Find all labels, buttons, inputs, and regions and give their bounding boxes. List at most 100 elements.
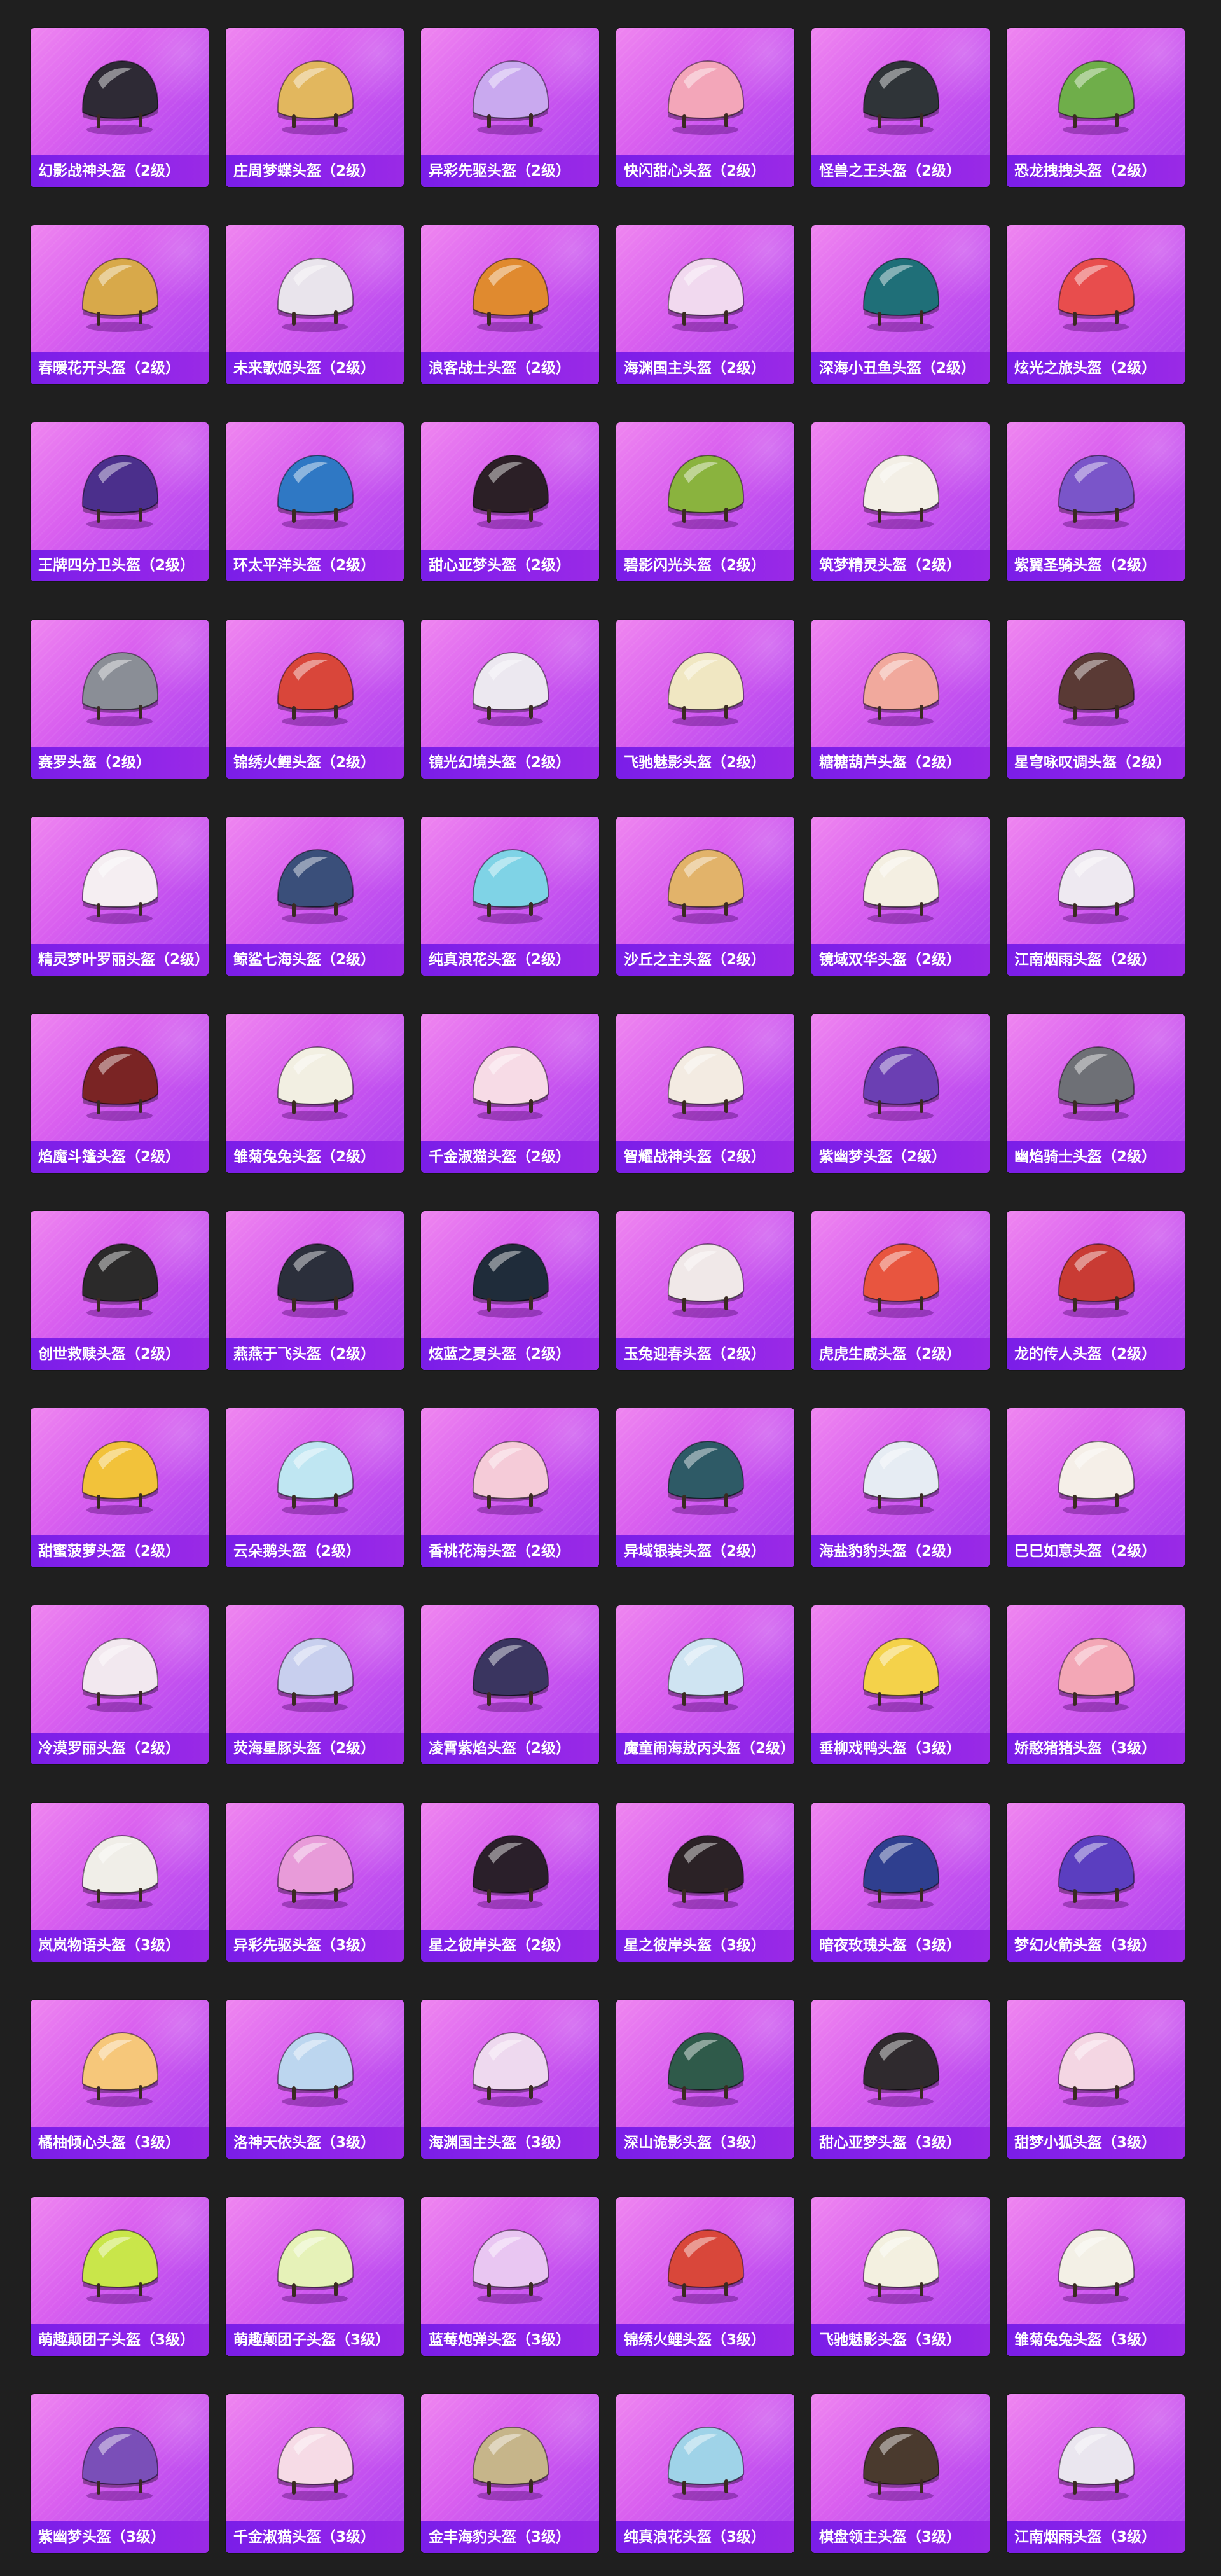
helmet-card[interactable]: 异彩先驱头盔（3级） xyxy=(226,1803,404,1962)
helmet-name: 快闪甜心头盔（2级） xyxy=(616,155,794,187)
helmet-card[interactable]: 海盐豹豹头盔（2级） xyxy=(811,1408,990,1567)
helmet-card[interactable]: 糖糖葫芦头盔（2级） xyxy=(811,620,990,779)
helmet-card[interactable]: 萌趣颠团子头盔（3级） xyxy=(226,2197,404,2356)
helmet-card[interactable]: 精灵梦叶罗丽头盔（2级） xyxy=(31,817,209,976)
helmet-card[interactable]: 恐龙拽拽头盔（2级） xyxy=(1007,28,1185,187)
helmet-name: 筑梦精灵头盔（2级） xyxy=(811,550,990,581)
helmet-card[interactable]: 江南烟雨头盔（3级） xyxy=(1007,2394,1185,2553)
helmet-card[interactable]: 创世救赎头盔（2级） xyxy=(31,1211,209,1370)
helmet-card[interactable]: 甜心亚梦头盔（3级） xyxy=(811,2000,990,2159)
helmet-card[interactable]: 炫光之旅头盔（2级） xyxy=(1007,225,1185,384)
helmet-card[interactable]: 玉兔迎春头盔（2级） xyxy=(616,1211,794,1370)
helmet-icon xyxy=(81,1834,159,1909)
helmet-card[interactable]: 巳巳如意头盔（2级） xyxy=(1007,1408,1185,1567)
helmet-card[interactable]: 紫幽梦头盔（3级） xyxy=(31,2394,209,2553)
helmet-name: 糖糖葫芦头盔（2级） xyxy=(811,747,990,779)
helmet-name: 星之彼岸头盔（3级） xyxy=(616,1930,794,1962)
helmet-card[interactable]: 棋盘领主头盔（3级） xyxy=(811,2394,990,2553)
helmet-card[interactable]: 千金淑猫头盔（2级） xyxy=(421,1014,599,1173)
helmet-card[interactable]: 雏菊兔兔头盔（3级） xyxy=(1007,2197,1185,2356)
helmet-card[interactable]: 飞驰魅影头盔（3级） xyxy=(811,2197,990,2356)
helmet-card[interactable]: 沙丘之主头盔（2级） xyxy=(616,817,794,976)
helmet-card[interactable]: 海渊国主头盔（3级） xyxy=(421,2000,599,2159)
helmet-card[interactable]: 深山诡影头盔（3级） xyxy=(616,2000,794,2159)
helmet-icon xyxy=(472,60,549,135)
helmet-card[interactable]: 暗夜玫瑰头盔（3级） xyxy=(811,1803,990,1962)
helmet-name: 纯真浪花头盔（3级） xyxy=(616,2521,794,2553)
helmet-card[interactable]: 锦绣火鲤头盔（3级） xyxy=(616,2197,794,2356)
helmet-card[interactable]: 快闪甜心头盔（2级） xyxy=(616,28,794,187)
helmet-name: 镜域双华头盔（2级） xyxy=(811,944,990,976)
helmet-icon xyxy=(472,257,549,332)
helmet-card[interactable]: 幻影战神头盔（2级） xyxy=(31,28,209,187)
helmet-card[interactable]: 橘柚倾心头盔（3级） xyxy=(31,2000,209,2159)
helmet-name: 岚岚物语头盔（3级） xyxy=(31,1930,209,1962)
helmet-card[interactable]: 岚岚物语头盔（3级） xyxy=(31,1803,209,1962)
helmet-card[interactable]: 星之彼岸头盔（2级） xyxy=(421,1803,599,1962)
helmet-card[interactable]: 星穹咏叹调头盔（2级） xyxy=(1007,620,1185,779)
helmet-card[interactable]: 幽焰骑士头盔（2级） xyxy=(1007,1014,1185,1173)
helmet-card[interactable]: 紫幽梦头盔（2级） xyxy=(811,1014,990,1173)
helmet-card[interactable]: 王牌四分卫头盔（2级） xyxy=(31,422,209,581)
helmet-name: 萌趣颠团子头盔（3级） xyxy=(226,2324,404,2356)
helmet-card[interactable]: 庄周梦蝶头盔（2级） xyxy=(226,28,404,187)
helmet-name: 萌趣颠团子头盔（3级） xyxy=(31,2324,209,2356)
helmet-card[interactable]: 甜蜜菠萝头盔（2级） xyxy=(31,1408,209,1567)
helmet-card[interactable]: 冷漠罗丽头盔（2级） xyxy=(31,1605,209,1764)
helmet-card[interactable]: 镜光幻境头盔（2级） xyxy=(421,620,599,779)
helmet-name: 焰魔斗篷头盔（2级） xyxy=(31,1141,209,1173)
helmet-card[interactable]: 未来歌姬头盔（2级） xyxy=(226,225,404,384)
helmet-icon xyxy=(472,1834,549,1909)
helmet-name: 镜光幻境头盔（2级） xyxy=(421,747,599,779)
helmet-card[interactable]: 金丰海豹头盔（3级） xyxy=(421,2394,599,2553)
helmet-icon xyxy=(667,454,745,529)
helmet-card[interactable]: 江南烟雨头盔（2级） xyxy=(1007,817,1185,976)
helmet-card[interactable]: 梦幻火箭头盔（3级） xyxy=(1007,1803,1185,1962)
helmet-card[interactable]: 凌霄紫焰头盔（2级） xyxy=(421,1605,599,1764)
helmet-card[interactable]: 娇憨猪猪头盔（3级） xyxy=(1007,1605,1185,1764)
helmet-card[interactable]: 焰魔斗篷头盔（2级） xyxy=(31,1014,209,1173)
helmet-icon xyxy=(472,1243,549,1318)
helmet-card[interactable]: 千金淑猫头盔（3级） xyxy=(226,2394,404,2553)
helmet-icon xyxy=(1058,2032,1135,2107)
helmet-card[interactable]: 龙的传人头盔（2级） xyxy=(1007,1211,1185,1370)
helmet-card[interactable]: 燕燕于飞头盔（2级） xyxy=(226,1211,404,1370)
helmet-card[interactable]: 春暖花开头盔（2级） xyxy=(31,225,209,384)
helmet-card[interactable]: 赛罗头盔（2级） xyxy=(31,620,209,779)
helmet-card[interactable]: 虎虎生威头盔（2级） xyxy=(811,1211,990,1370)
helmet-card[interactable]: 筑梦精灵头盔（2级） xyxy=(811,422,990,581)
helmet-card[interactable]: 环太平洋头盔（2级） xyxy=(226,422,404,581)
helmet-card[interactable]: 深海小丑鱼头盔（2级） xyxy=(811,225,990,384)
helmet-card[interactable]: 海渊国主头盔（2级） xyxy=(616,225,794,384)
helmet-card[interactable]: 洛神天依头盔（3级） xyxy=(226,2000,404,2159)
helmet-name: 荧海星豚头盔（2级） xyxy=(226,1733,404,1764)
helmet-card[interactable]: 碧影闪光头盔（2级） xyxy=(616,422,794,581)
helmet-card[interactable]: 雏菊兔兔头盔（2级） xyxy=(226,1014,404,1173)
helmet-card[interactable]: 鲸鲨七海头盔（2级） xyxy=(226,817,404,976)
helmet-card[interactable]: 云朵鹅头盔（2级） xyxy=(226,1408,404,1567)
helmet-name: 幻影战神头盔（2级） xyxy=(31,155,209,187)
helmet-name: 纯真浪花头盔（2级） xyxy=(421,944,599,976)
helmet-card[interactable]: 异域银装头盔（2级） xyxy=(616,1408,794,1567)
helmet-card[interactable]: 异彩先驱头盔（2级） xyxy=(421,28,599,187)
helmet-card[interactable]: 甜梦小狐头盔（3级） xyxy=(1007,2000,1185,2159)
helmet-card[interactable]: 魔童闹海敖丙头盔（2级） xyxy=(616,1605,794,1764)
helmet-card[interactable]: 垂柳戏鸭头盔（3级） xyxy=(811,1605,990,1764)
helmet-card[interactable]: 飞驰魅影头盔（2级） xyxy=(616,620,794,779)
helmet-card[interactable]: 炫蓝之夏头盔（2级） xyxy=(421,1211,599,1370)
helmet-card[interactable]: 紫翼圣骑头盔（2级） xyxy=(1007,422,1185,581)
helmet-card[interactable]: 萌趣颠团子头盔（3级） xyxy=(31,2197,209,2356)
helmet-card[interactable]: 星之彼岸头盔（3级） xyxy=(616,1803,794,1962)
helmet-card[interactable]: 怪兽之王头盔（2级） xyxy=(811,28,990,187)
helmet-card[interactable]: 智耀战神头盔（2级） xyxy=(616,1014,794,1173)
helmet-card[interactable]: 镜域双华头盔（2级） xyxy=(811,817,990,976)
helmet-card[interactable]: 锦绣火鲤头盔（2级） xyxy=(226,620,404,779)
helmet-name: 未来歌姬头盔（2级） xyxy=(226,352,404,384)
helmet-card[interactable]: 纯真浪花头盔（3级） xyxy=(616,2394,794,2553)
helmet-card[interactable]: 蓝莓炮弹头盔（3级） xyxy=(421,2197,599,2356)
helmet-card[interactable]: 甜心亚梦头盔（2级） xyxy=(421,422,599,581)
helmet-card[interactable]: 荧海星豚头盔（2级） xyxy=(226,1605,404,1764)
helmet-card[interactable]: 纯真浪花头盔（2级） xyxy=(421,817,599,976)
helmet-card[interactable]: 香桃花海头盔（2级） xyxy=(421,1408,599,1567)
helmet-card[interactable]: 浪客战士头盔（2级） xyxy=(421,225,599,384)
